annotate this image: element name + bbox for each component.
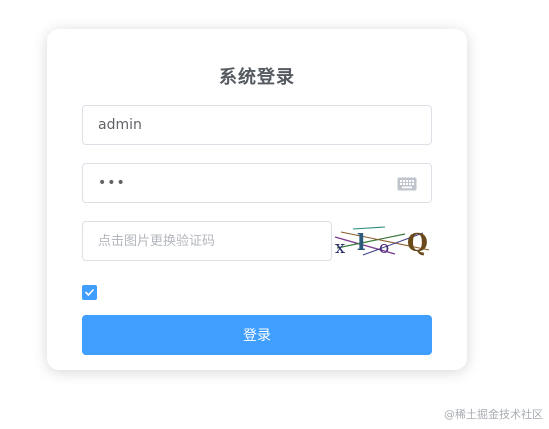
captcha-char-2: l [357, 230, 365, 256]
remember-checkbox[interactable] [82, 285, 97, 300]
watermark: @稀土掘金技术社区 [444, 408, 543, 421]
captcha-image[interactable]: x l o Q [333, 223, 433, 259]
login-button[interactable]: 登录 [82, 315, 432, 355]
login-page: 系统登录 admin 点击图片更换验证码 x l o Q 登录 @稀土掘金技术社… [0, 0, 549, 429]
page-title: 系统登录 [219, 67, 295, 88]
captcha-char-1: x [335, 237, 345, 258]
username-field[interactable] [82, 105, 432, 145]
password-field[interactable] [82, 163, 432, 203]
username-input[interactable] [83, 106, 431, 144]
captcha-char-4: Q [407, 228, 428, 257]
login-card: 系统登录 admin 点击图片更换验证码 x l o Q 登录 [47, 29, 467, 370]
password-input[interactable] [83, 164, 431, 202]
check-icon [85, 289, 94, 296]
captcha-input[interactable] [83, 222, 331, 260]
keyboard-icon[interactable] [397, 177, 417, 191]
captcha-char-3: o [379, 238, 389, 258]
captcha-field[interactable] [82, 221, 332, 261]
